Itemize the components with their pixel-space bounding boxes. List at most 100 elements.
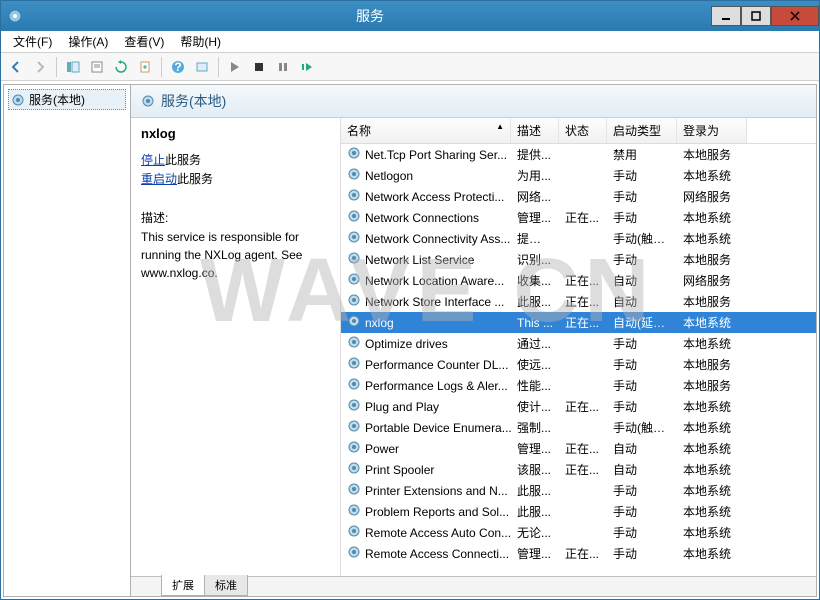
service-start-cell: 自动 [607,291,677,312]
service-row[interactable]: Remote Access Auto Con...无论...手动本地系统 [341,522,816,543]
properties-button[interactable] [86,56,108,78]
service-row[interactable]: Portable Device Enumera...强制...手动(触发...本… [341,417,816,438]
service-name-cell: Optimize drives [365,337,448,351]
service-name-cell: Network Connectivity Ass... [365,232,510,246]
service-desc-cell: 管理... [511,543,559,564]
service-row[interactable]: Printer Extensions and N...此服...手动本地系统 [341,480,816,501]
show-hide-tree-button[interactable] [62,56,84,78]
service-row[interactable]: Network Connectivity Ass...提供 ...手动(触发..… [341,228,816,249]
service-status-cell: 正在... [559,291,607,312]
service-start-cell: 手动 [607,543,677,564]
service-start-cell: 手动 [607,333,677,354]
service-row[interactable]: Network Location Aware...收集...正在...自动网络服… [341,270,816,291]
service-row[interactable]: Plug and Play使计...正在...手动本地系统 [341,396,816,417]
service-logon-cell: 本地系统 [677,543,747,564]
column-start[interactable]: 启动类型 [607,118,677,143]
service-row[interactable]: nxlogThis ...正在...自动(延迟...本地系统 [341,312,816,333]
service-row[interactable]: Netlogon为用...手动本地系统 [341,165,816,186]
service-icon [347,167,361,184]
services-icon [11,93,25,107]
service-row[interactable]: Network List Service识别...手动本地服务 [341,249,816,270]
list-rows[interactable]: Net.Tcp Port Sharing Ser...提供...禁用本地服务Ne… [341,144,816,576]
service-desc-cell: 识别... [511,249,559,270]
service-row[interactable]: Power管理...正在...自动本地系统 [341,438,816,459]
export-button[interactable] [134,56,156,78]
menu-help[interactable]: 帮助(H) [172,31,229,52]
toolbar-icon[interactable] [191,56,213,78]
column-logon[interactable]: 登录为 [677,118,747,143]
tab-extended[interactable]: 扩展 [161,575,205,596]
service-start-cell: 手动 [607,354,677,375]
service-logon-cell: 本地服务 [677,291,747,312]
service-logon-cell: 本地系统 [677,228,747,249]
service-row[interactable]: Network Access Protecti...网络...手动网络服务 [341,186,816,207]
pause-service-button[interactable] [272,56,294,78]
service-logon-cell: 网络服务 [677,270,747,291]
tab-standard[interactable]: 标准 [204,575,248,596]
separator [218,57,219,77]
service-desc-cell: 通过... [511,333,559,354]
service-status-cell [559,153,607,157]
stop-service-button[interactable] [248,56,270,78]
service-desc-cell: 此服... [511,480,559,501]
service-row[interactable]: Network Connections管理...正在...手动本地系统 [341,207,816,228]
close-button[interactable] [771,6,819,26]
service-status-cell [559,384,607,388]
tree-node-services[interactable]: 服务(本地) [8,89,126,110]
service-row[interactable]: Performance Logs & Aler...性能...手动本地服务 [341,375,816,396]
start-service-button[interactable] [224,56,246,78]
service-logon-cell: 本地系统 [677,480,747,501]
content-area: 服务(本地) 服务(本地) nxlog 停止此服务 重启动此服务 描述: T [1,81,819,599]
menu-file[interactable]: 文件(F) [5,31,60,52]
tree-pane[interactable]: 服务(本地) [3,84,131,597]
service-start-cell: 手动 [607,186,677,207]
maximize-button[interactable] [741,6,771,26]
help-button[interactable]: ? [167,56,189,78]
forward-button[interactable] [29,56,51,78]
service-name-cell: nxlog [365,316,394,330]
service-logon-cell: 网络服务 [677,186,747,207]
service-row[interactable]: Net.Tcp Port Sharing Ser...提供...禁用本地服务 [341,144,816,165]
refresh-button[interactable] [110,56,132,78]
app-icon [7,8,23,24]
service-start-cell: 手动 [607,375,677,396]
service-icon [347,545,361,562]
service-row[interactable]: Print Spooler该服...正在...自动本地系统 [341,459,816,480]
service-start-cell: 手动(触发... [607,417,677,438]
service-row[interactable]: Remote Access Connecti...管理...正在...手动本地系… [341,543,816,564]
restart-service-button[interactable] [296,56,318,78]
service-status-cell [559,426,607,430]
service-status-cell: 正在... [559,543,607,564]
titlebar[interactable]: 服务 [1,1,819,31]
menu-action[interactable]: 操作(A) [60,31,116,52]
menu-view[interactable]: 查看(V) [116,31,172,52]
service-icon [347,335,361,352]
column-desc[interactable]: 描述 [511,118,559,143]
service-name-cell: Netlogon [365,169,413,183]
service-desc-cell: 强制... [511,417,559,438]
main-header: 服务(本地) [131,85,816,118]
service-logon-cell: 本地系统 [677,165,747,186]
back-button[interactable] [5,56,27,78]
service-status-cell [559,174,607,178]
service-logon-cell: 本地系统 [677,312,747,333]
service-actions: 停止此服务 重启动此服务 [141,151,330,189]
service-row[interactable]: Problem Reports and Sol...此服...手动本地系统 [341,501,816,522]
service-name-cell: Network List Service [365,253,474,267]
restart-link[interactable]: 重启动 [141,172,177,186]
column-status[interactable]: 状态 [559,118,607,143]
service-logon-cell: 本地系统 [677,459,747,480]
service-start-cell: 手动 [607,501,677,522]
service-name-cell: Performance Counter DL... [365,358,508,372]
service-row[interactable]: Performance Counter DL...使远...手动本地服务 [341,354,816,375]
service-row[interactable]: Optimize drives通过...手动本地系统 [341,333,816,354]
stop-link[interactable]: 停止 [141,153,165,167]
service-name-cell: Plug and Play [365,400,439,414]
service-desc-cell: This ... [511,314,559,332]
minimize-button[interactable] [711,6,741,26]
column-name[interactable]: 名称 [341,118,511,143]
service-icon [347,398,361,415]
service-row[interactable]: Network Store Interface ...此服...正在...自动本… [341,291,816,312]
service-icon [347,188,361,205]
service-name-cell: Performance Logs & Aler... [365,379,508,393]
